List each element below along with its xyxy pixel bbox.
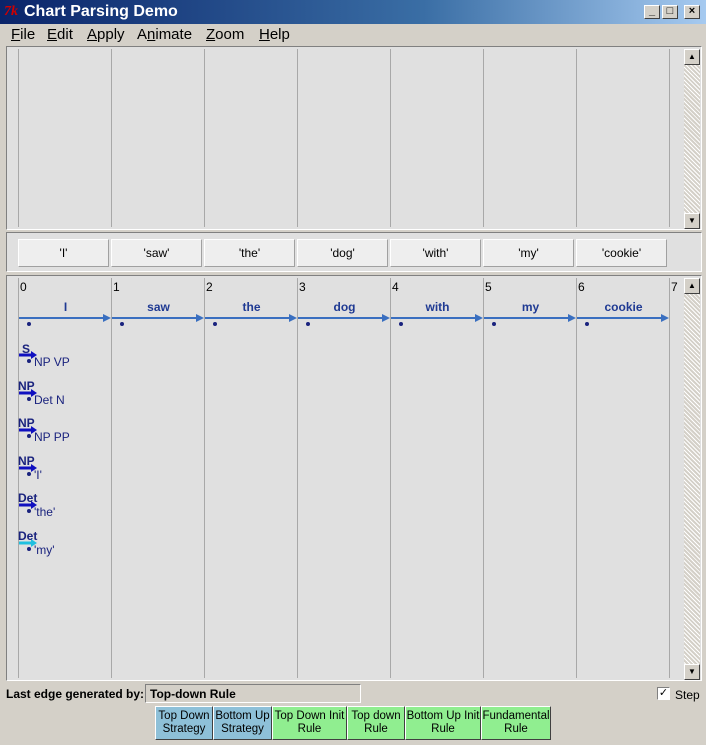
fundamental-rule-button[interactable]: Fundamental Rule [481,706,551,740]
token-cell: 'my' [483,239,574,267]
edge-rhs: NP VP [34,355,70,369]
bottom-up-init-rule-button[interactable]: Bottom Up Init Rule [405,706,481,740]
button-line: Top down [351,710,401,722]
minimize-button[interactable]: _ [644,5,660,19]
last-edge-value: Top-down Rule [145,684,361,703]
maximize-button[interactable]: □ [662,5,678,19]
button-line: Top Down [158,710,210,722]
edge-lhs: NP [18,379,35,393]
menu-file[interactable]: File [11,26,35,44]
token-panel: 'I' 'saw' 'the' 'dog' 'with' 'my' 'cooki… [6,232,702,272]
menu-zoom[interactable]: Zoom [206,26,244,44]
edge-rhs: 'the' [34,505,56,519]
chart-panel: 0 1 2 3 4 5 6 7 I saw the dog with my co… [6,275,702,681]
menu-help[interactable]: Help [259,26,290,44]
button-line: Strategy [221,723,264,735]
button-line: Strategy [162,723,206,735]
last-edge-label: Last edge generated by: [6,687,145,701]
edge-rhs: 'my' [34,543,55,557]
edge-rhs: Det N [34,393,65,407]
edge-lhs: NP [18,416,35,430]
top-down-rule-button[interactable]: Top down Rule [347,706,405,740]
menu-animate[interactable]: Animate [137,26,192,44]
tree-scroll-down-button[interactable]: ▼ [684,213,700,229]
token-cell: 'I' [18,239,109,267]
top-down-strategy-button[interactable]: Top Down Strategy [155,706,213,740]
button-line: Rule [364,723,388,735]
button-line: Rule [431,723,455,735]
token-cell: 'the' [204,239,295,267]
button-line: Rule [297,723,322,735]
token-cell: 'cookie' [576,239,667,267]
chart-scroll-down-button[interactable]: ▼ [684,664,700,680]
button-line: Fundamental [482,710,550,722]
menu-bar: File Edit Apply Animate Zoom Help [0,24,706,46]
menu-edit[interactable]: Edit [47,26,73,44]
step-label: Step [675,688,700,702]
edge-lhs: NP [18,454,35,468]
token-cell: 'saw' [111,239,202,267]
button-line: Bottom Up Init [406,710,480,722]
bottom-up-strategy-button[interactable]: Bottom Up Strategy [213,706,272,740]
button-line: Top Down Init [274,710,345,722]
menu-apply[interactable]: Apply [87,26,125,44]
close-button[interactable]: × [684,5,700,19]
button-line: Rule [504,723,528,735]
edge-lhs: S [22,342,31,356]
edge-rhs: NP PP [34,430,70,444]
edge-rhs: 'I' [34,468,42,482]
chart-scrollbar[interactable] [684,278,700,680]
tree-panel: ▲ ▼ [6,46,702,230]
window-title: Chart Parsing Demo [24,3,178,20]
tree-scroll-up-button[interactable]: ▲ [684,49,700,65]
step-checkbox[interactable]: ✓ [657,687,670,700]
button-line: Bottom Up [215,710,270,722]
top-down-init-rule-button[interactable]: Top Down Init Rule [272,706,347,740]
edge-lhs: Det [18,529,38,543]
title-bar: 7k Chart Parsing Demo _ □ × [0,0,706,24]
token-cell: 'with' [390,239,481,267]
tk-logo-icon: 7k [4,4,18,19]
leaf-edges [19,314,669,326]
tree-scrollbar[interactable] [684,49,700,229]
chart-scroll-up-button[interactable]: ▲ [684,278,700,294]
token-cell: 'dog' [297,239,388,267]
edge-lhs: Det [18,491,38,505]
